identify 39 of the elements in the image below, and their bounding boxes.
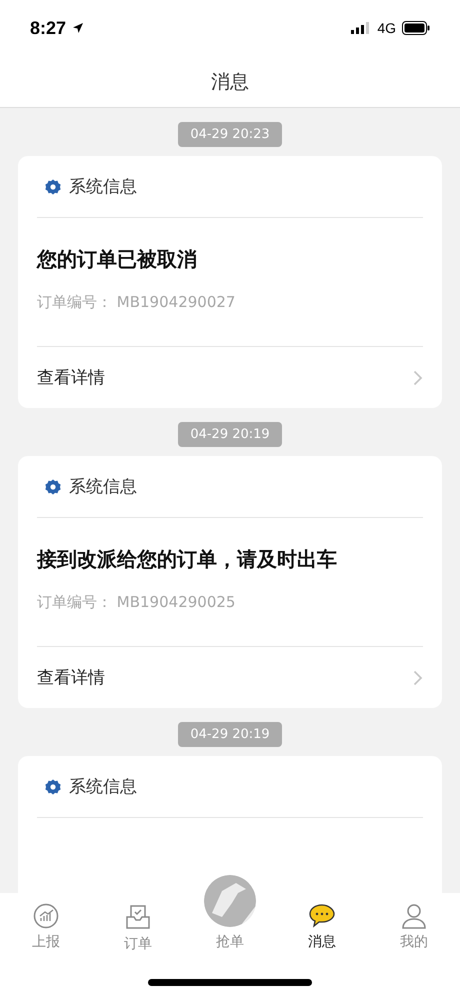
tab-item[interactable]: 上报 — [0, 903, 92, 951]
order-number: 订单编号： MB1904290027 — [37, 292, 236, 313]
message-category: 系统信息 — [69, 476, 137, 498]
timestamp-badge: 04-29 20:23 — [178, 122, 282, 147]
gear-icon — [45, 478, 61, 494]
chevron-right-icon — [413, 370, 423, 386]
gear-icon — [45, 778, 61, 794]
timestamp-badge: 04-29 20:19 — [178, 722, 282, 747]
tab-item[interactable]: 订单 — [92, 903, 184, 953]
location-arrow-icon — [72, 22, 84, 34]
tab-label: 消息 — [308, 933, 336, 951]
order-number: 订单编号： MB1904290025 — [37, 592, 236, 613]
page-title: 消息 — [211, 70, 249, 94]
view-details-label: 查看详情 — [37, 667, 105, 689]
message-category: 系统信息 — [69, 776, 137, 798]
tab-label: 我的 — [400, 933, 428, 951]
view-details-link[interactable]: 查看详情 — [37, 647, 423, 708]
network-label: 4G — [377, 20, 396, 36]
chevron-right-icon — [413, 670, 423, 686]
message-title: 接到改派给您的订单，请及时出车 — [37, 546, 338, 573]
signal-icon — [351, 22, 372, 34]
view-details-link[interactable]: 查看详情 — [37, 347, 423, 408]
tab-item[interactable]: 消息 — [276, 903, 368, 951]
chat-bubble-icon — [308, 903, 336, 929]
tab-item[interactable]: 抢单 — [184, 873, 276, 951]
tab-label: 上报 — [32, 933, 60, 951]
chart-icon — [33, 903, 59, 929]
tab-item[interactable]: 我的 — [368, 903, 460, 951]
timestamp-badge: 04-29 20:19 — [178, 422, 282, 447]
tab-label: 订单 — [124, 935, 152, 953]
view-details-label: 查看详情 — [37, 367, 105, 389]
person-icon — [401, 903, 427, 929]
gear-icon — [45, 178, 61, 194]
tab-label: 抢单 — [216, 933, 244, 951]
status-time: 8:27 — [30, 18, 66, 38]
message-title: 您的订单已被取消 — [37, 246, 198, 273]
inbox-check-icon — [124, 903, 152, 931]
battery-icon — [402, 21, 430, 35]
message-category: 系统信息 — [69, 176, 137, 198]
